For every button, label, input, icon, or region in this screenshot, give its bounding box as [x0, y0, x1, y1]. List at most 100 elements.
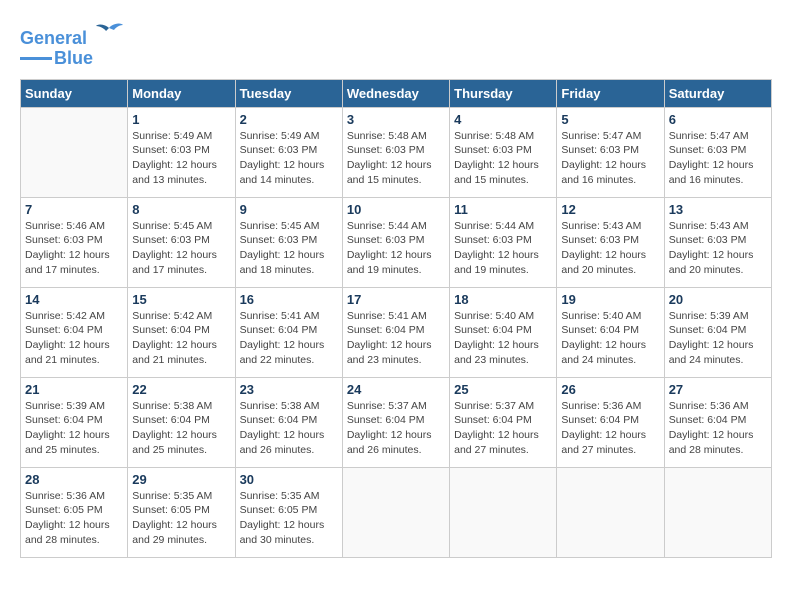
day-info: Sunrise: 5:41 AM Sunset: 6:04 PM Dayligh…	[347, 309, 445, 368]
day-number: 4	[454, 112, 552, 127]
day-number: 26	[561, 382, 659, 397]
calendar-cell: 12 Sunrise: 5:43 AM Sunset: 6:03 PM Dayli…	[557, 197, 664, 287]
day-number: 7	[25, 202, 123, 217]
day-info: Sunrise: 5:37 AM Sunset: 6:04 PM Dayligh…	[454, 399, 552, 458]
day-info: Sunrise: 5:44 AM Sunset: 6:03 PM Dayligh…	[347, 219, 445, 278]
day-number: 1	[132, 112, 230, 127]
calendar-cell: 1 Sunrise: 5:49 AM Sunset: 6:03 PM Daylig…	[128, 107, 235, 197]
day-number: 21	[25, 382, 123, 397]
calendar-cell: 18 Sunrise: 5:40 AM Sunset: 6:04 PM Dayli…	[450, 287, 557, 377]
day-number: 25	[454, 382, 552, 397]
calendar-cell: 19 Sunrise: 5:40 AM Sunset: 6:04 PM Dayli…	[557, 287, 664, 377]
day-info: Sunrise: 5:49 AM Sunset: 6:03 PM Dayligh…	[132, 129, 230, 188]
day-info: Sunrise: 5:43 AM Sunset: 6:03 PM Dayligh…	[561, 219, 659, 278]
calendar-week-1: 1 Sunrise: 5:49 AM Sunset: 6:03 PM Daylig…	[21, 107, 772, 197]
calendar-week-4: 21 Sunrise: 5:39 AM Sunset: 6:04 PM Dayli…	[21, 377, 772, 467]
calendar-cell: 22 Sunrise: 5:38 AM Sunset: 6:04 PM Dayli…	[128, 377, 235, 467]
calendar-cell: 8 Sunrise: 5:45 AM Sunset: 6:03 PM Daylig…	[128, 197, 235, 287]
calendar-cell: 23Sunrise: 5:38 AM Sunset: 6:04 PM Dayli…	[235, 377, 342, 467]
day-number: 10	[347, 202, 445, 217]
calendar-cell: 11Sunrise: 5:44 AM Sunset: 6:03 PM Dayli…	[450, 197, 557, 287]
weekday-header-sunday: Sunday	[21, 79, 128, 107]
logo-blue: Blue	[54, 48, 93, 69]
day-number: 17	[347, 292, 445, 307]
calendar-cell: 29 Sunrise: 5:35 AM Sunset: 6:05 PM Dayli…	[128, 467, 235, 557]
day-info: Sunrise: 5:40 AM Sunset: 6:04 PM Dayligh…	[561, 309, 659, 368]
day-info: Sunrise: 5:35 AM Sunset: 6:05 PM Dayligh…	[240, 489, 338, 548]
calendar-cell	[342, 467, 449, 557]
logo-text: General	[20, 20, 124, 50]
calendar-week-2: 7 Sunrise: 5:46 AM Sunset: 6:03 PM Daylig…	[21, 197, 772, 287]
calendar-cell: 13Sunrise: 5:43 AM Sunset: 6:03 PM Dayli…	[664, 197, 771, 287]
day-number: 11	[454, 202, 552, 217]
calendar-cell: 21 Sunrise: 5:39 AM Sunset: 6:04 PM Dayli…	[21, 377, 128, 467]
day-number: 28	[25, 472, 123, 487]
day-info: Sunrise: 5:39 AM Sunset: 6:04 PM Dayligh…	[25, 399, 123, 458]
day-number: 8	[132, 202, 230, 217]
page-header: General Blue	[20, 20, 772, 69]
logo-bird-icon	[94, 20, 124, 44]
calendar-cell	[664, 467, 771, 557]
day-info: Sunrise: 5:38 AM Sunset: 6:04 PM Dayligh…	[240, 399, 338, 458]
day-info: Sunrise: 5:38 AM Sunset: 6:04 PM Dayligh…	[132, 399, 230, 458]
day-number: 18	[454, 292, 552, 307]
day-info: Sunrise: 5:41 AM Sunset: 6:04 PM Dayligh…	[240, 309, 338, 368]
day-info: Sunrise: 5:36 AM Sunset: 6:05 PM Dayligh…	[25, 489, 123, 548]
day-info: Sunrise: 5:42 AM Sunset: 6:04 PM Dayligh…	[25, 309, 123, 368]
calendar-cell	[21, 107, 128, 197]
calendar-cell: 24Sunrise: 5:37 AM Sunset: 6:04 PM Dayli…	[342, 377, 449, 467]
weekday-header-thursday: Thursday	[450, 79, 557, 107]
day-info: Sunrise: 5:48 AM Sunset: 6:03 PM Dayligh…	[454, 129, 552, 188]
day-info: Sunrise: 5:36 AM Sunset: 6:04 PM Dayligh…	[669, 399, 767, 458]
day-info: Sunrise: 5:40 AM Sunset: 6:04 PM Dayligh…	[454, 309, 552, 368]
calendar-cell: 25 Sunrise: 5:37 AM Sunset: 6:04 PM Dayli…	[450, 377, 557, 467]
day-info: Sunrise: 5:39 AM Sunset: 6:04 PM Dayligh…	[669, 309, 767, 368]
day-info: Sunrise: 5:47 AM Sunset: 6:03 PM Dayligh…	[669, 129, 767, 188]
calendar-cell: 2 Sunrise: 5:49 AM Sunset: 6:03 PM Daylig…	[235, 107, 342, 197]
day-number: 24	[347, 382, 445, 397]
day-number: 20	[669, 292, 767, 307]
day-number: 5	[561, 112, 659, 127]
day-info: Sunrise: 5:48 AM Sunset: 6:03 PM Dayligh…	[347, 129, 445, 188]
calendar-cell: 15 Sunrise: 5:42 AM Sunset: 6:04 PM Dayli…	[128, 287, 235, 377]
calendar-cell	[557, 467, 664, 557]
calendar-cell: 27 Sunrise: 5:36 AM Sunset: 6:04 PM Dayli…	[664, 377, 771, 467]
weekday-header-friday: Friday	[557, 79, 664, 107]
calendar-cell: 28 Sunrise: 5:36 AM Sunset: 6:05 PM Dayli…	[21, 467, 128, 557]
calendar-cell: 26 Sunrise: 5:36 AM Sunset: 6:04 PM Dayli…	[557, 377, 664, 467]
day-info: Sunrise: 5:43 AM Sunset: 6:03 PM Dayligh…	[669, 219, 767, 278]
day-info: Sunrise: 5:36 AM Sunset: 6:04 PM Dayligh…	[561, 399, 659, 458]
day-info: Sunrise: 5:47 AM Sunset: 6:03 PM Dayligh…	[561, 129, 659, 188]
day-number: 15	[132, 292, 230, 307]
day-info: Sunrise: 5:45 AM Sunset: 6:03 PM Dayligh…	[240, 219, 338, 278]
day-number: 19	[561, 292, 659, 307]
calendar-cell: 9 Sunrise: 5:45 AM Sunset: 6:03 PM Daylig…	[235, 197, 342, 287]
calendar-cell	[450, 467, 557, 557]
day-number: 27	[669, 382, 767, 397]
day-number: 9	[240, 202, 338, 217]
day-info: Sunrise: 5:35 AM Sunset: 6:05 PM Dayligh…	[132, 489, 230, 548]
day-info: Sunrise: 5:45 AM Sunset: 6:03 PM Dayligh…	[132, 219, 230, 278]
logo: General Blue	[20, 20, 124, 69]
calendar-cell: 17 Sunrise: 5:41 AM Sunset: 6:04 PM Dayli…	[342, 287, 449, 377]
calendar-cell: 14Sunrise: 5:42 AM Sunset: 6:04 PM Dayli…	[21, 287, 128, 377]
day-number: 12	[561, 202, 659, 217]
calendar-table: SundayMondayTuesdayWednesdayThursdayFrid…	[20, 79, 772, 558]
day-info: Sunrise: 5:49 AM Sunset: 6:03 PM Dayligh…	[240, 129, 338, 188]
logo-general: General	[20, 28, 87, 48]
day-number: 3	[347, 112, 445, 127]
day-number: 29	[132, 472, 230, 487]
weekday-header-monday: Monday	[128, 79, 235, 107]
calendar-cell: 16Sunrise: 5:41 AM Sunset: 6:04 PM Dayli…	[235, 287, 342, 377]
calendar-cell: 10 Sunrise: 5:44 AM Sunset: 6:03 PM Dayli…	[342, 197, 449, 287]
calendar-cell: 20 Sunrise: 5:39 AM Sunset: 6:04 PM Dayli…	[664, 287, 771, 377]
calendar-cell: 5 Sunrise: 5:47 AM Sunset: 6:03 PM Daylig…	[557, 107, 664, 197]
calendar-week-3: 14Sunrise: 5:42 AM Sunset: 6:04 PM Dayli…	[21, 287, 772, 377]
day-number: 2	[240, 112, 338, 127]
calendar-cell: 3 Sunrise: 5:48 AM Sunset: 6:03 PM Daylig…	[342, 107, 449, 197]
day-info: Sunrise: 5:42 AM Sunset: 6:04 PM Dayligh…	[132, 309, 230, 368]
calendar-cell: 4 Sunrise: 5:48 AM Sunset: 6:03 PM Daylig…	[450, 107, 557, 197]
calendar-cell: 7 Sunrise: 5:46 AM Sunset: 6:03 PM Daylig…	[21, 197, 128, 287]
day-number: 22	[132, 382, 230, 397]
day-info: Sunrise: 5:46 AM Sunset: 6:03 PM Dayligh…	[25, 219, 123, 278]
